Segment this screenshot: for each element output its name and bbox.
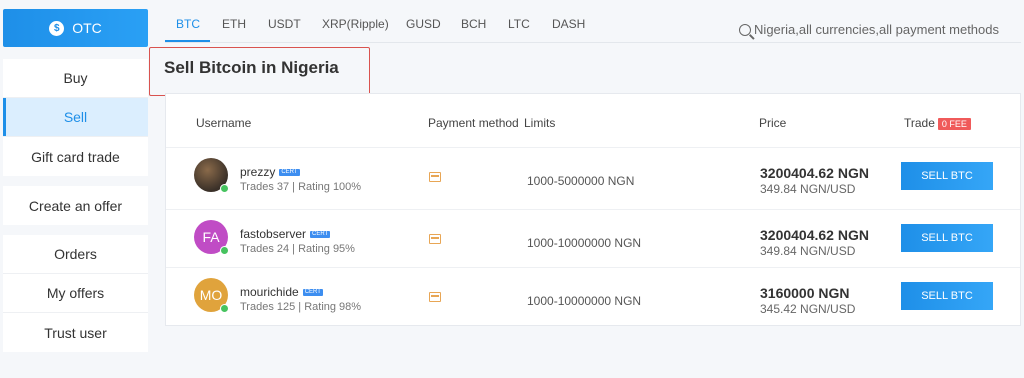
username-text: prezzy bbox=[240, 165, 276, 179]
username-link[interactable]: prezzy CERT bbox=[240, 165, 300, 179]
header-trade: Trade 0 FEE bbox=[904, 116, 971, 130]
limits-value: 1000-10000000 NGN bbox=[527, 236, 642, 250]
username-text: fastobserver bbox=[240, 227, 307, 241]
avatar[interactable]: MO bbox=[194, 278, 229, 313]
sidebar-item-buy[interactable]: Buy bbox=[3, 59, 148, 98]
sidebar-group-account: Orders My offers Trust user bbox=[3, 235, 148, 352]
avatar[interactable]: FA bbox=[194, 220, 229, 255]
search-filter[interactable]: Nigeria,all currencies,all payment metho… bbox=[739, 22, 999, 37]
sidebar-group-trade: Buy Sell Gift card trade bbox=[3, 59, 148, 176]
sidebar-item-trust-user[interactable]: Trust user bbox=[3, 313, 148, 352]
sidebar: $ OTC Buy Sell Gift card trade Create an… bbox=[3, 9, 148, 352]
online-status-dot bbox=[220, 304, 229, 313]
sell-btc-button[interactable]: SELL BTC bbox=[901, 282, 993, 310]
table-row: prezzy CERT Trades 37 | Rating 100% 1000-… bbox=[166, 147, 1020, 207]
trade-stats: Trades 37 | Rating 100% bbox=[240, 181, 362, 193]
tab-btc[interactable]: BTC bbox=[176, 17, 200, 31]
sidebar-item-sell[interactable]: Sell bbox=[3, 98, 148, 137]
otc-label: OTC bbox=[72, 20, 102, 36]
verified-badge: CERT bbox=[302, 288, 323, 296]
tab-usdt[interactable]: USDT bbox=[268, 17, 301, 31]
trade-stats: Trades 125 | Rating 98% bbox=[240, 301, 362, 313]
otc-button[interactable]: $ OTC bbox=[3, 9, 148, 47]
tab-gusd[interactable]: GUSD bbox=[406, 17, 441, 31]
sell-btc-button[interactable]: SELL BTC bbox=[901, 162, 993, 190]
table-row: MO mourichide CERT Trades 125 | Rating 98… bbox=[166, 267, 1020, 327]
currency-tabs: BTC ETH USDT XRP(Ripple) GUSD BCH LTC DA… bbox=[165, 0, 1021, 43]
tab-xrp[interactable]: XRP(Ripple) bbox=[322, 17, 389, 31]
sidebar-item-my-offers[interactable]: My offers bbox=[3, 274, 148, 313]
price-value: 3200404.62 NGN bbox=[760, 227, 869, 243]
search-placeholder: Nigeria,all currencies,all payment metho… bbox=[754, 22, 999, 37]
unit-price-value: 349.84 NGN/USD bbox=[760, 244, 856, 258]
avatar[interactable] bbox=[194, 158, 229, 193]
bank-card-icon bbox=[429, 234, 441, 244]
header-trade-label: Trade bbox=[904, 116, 935, 130]
trade-stats: Trades 24 | Rating 95% bbox=[240, 243, 355, 255]
bank-card-icon bbox=[429, 172, 441, 182]
username-link[interactable]: fastobserver CERT bbox=[240, 227, 331, 241]
header-username: Username bbox=[196, 116, 252, 130]
sidebar-item-create-offer[interactable]: Create an offer bbox=[3, 186, 148, 225]
avatar-initials: FA bbox=[202, 229, 220, 245]
username-text: mourichide bbox=[240, 285, 299, 299]
page-title: Sell Bitcoin in Nigeria bbox=[164, 58, 339, 77]
dollar-coin-icon: $ bbox=[49, 20, 65, 36]
verified-badge: CERT bbox=[310, 230, 331, 238]
bank-card-icon bbox=[429, 292, 441, 302]
price-value: 3160000 NGN bbox=[760, 285, 850, 301]
unit-price-value: 345.42 NGN/USD bbox=[760, 302, 856, 316]
unit-price-value: 349.84 NGN/USD bbox=[760, 182, 856, 196]
tab-eth[interactable]: ETH bbox=[222, 17, 246, 31]
tab-bch[interactable]: BCH bbox=[461, 17, 486, 31]
header-price: Price bbox=[759, 116, 787, 130]
sidebar-item-gift-card-trade[interactable]: Gift card trade bbox=[3, 137, 148, 176]
search-icon bbox=[739, 23, 752, 36]
header-limits: Limits bbox=[524, 116, 556, 130]
table-row: FA fastobserver CERT Trades 24 | Rating 9… bbox=[166, 209, 1020, 269]
fee-badge: 0 FEE bbox=[937, 117, 971, 130]
header-payment-method: Payment method bbox=[428, 116, 519, 130]
username-link[interactable]: mourichide CERT bbox=[240, 285, 323, 299]
online-status-dot bbox=[220, 246, 229, 255]
tab-dash[interactable]: DASH bbox=[552, 17, 585, 31]
offers-table: Username Payment method Limits Price Tra… bbox=[165, 93, 1021, 326]
online-status-dot bbox=[220, 184, 229, 193]
active-tab-underline bbox=[165, 40, 210, 42]
limits-value: 1000-10000000 NGN bbox=[527, 294, 642, 308]
avatar-initials: MO bbox=[199, 287, 223, 303]
sidebar-group-offer: Create an offer bbox=[3, 186, 148, 225]
sidebar-item-orders[interactable]: Orders bbox=[3, 235, 148, 274]
price-value: 3200404.62 NGN bbox=[760, 165, 869, 181]
verified-badge: CERT bbox=[279, 168, 300, 176]
tab-ltc[interactable]: LTC bbox=[508, 17, 530, 31]
sell-btc-button[interactable]: SELL BTC bbox=[901, 224, 993, 252]
limits-value: 1000-5000000 NGN bbox=[527, 174, 635, 188]
